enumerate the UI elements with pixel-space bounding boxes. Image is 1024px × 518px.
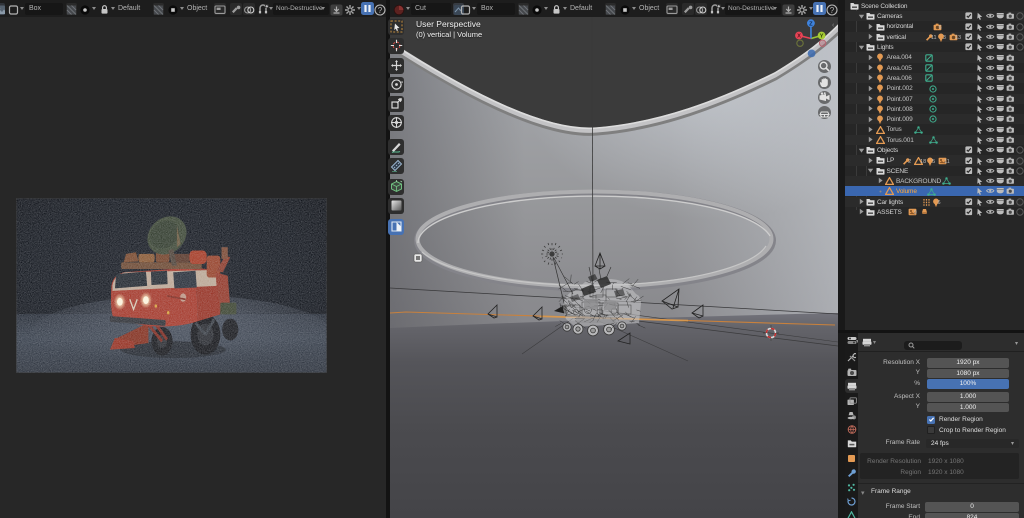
svg-text:Z: Z [809, 21, 813, 27]
svg-text:?: ? [378, 5, 383, 14]
svg-text:X: X [797, 34, 801, 40]
